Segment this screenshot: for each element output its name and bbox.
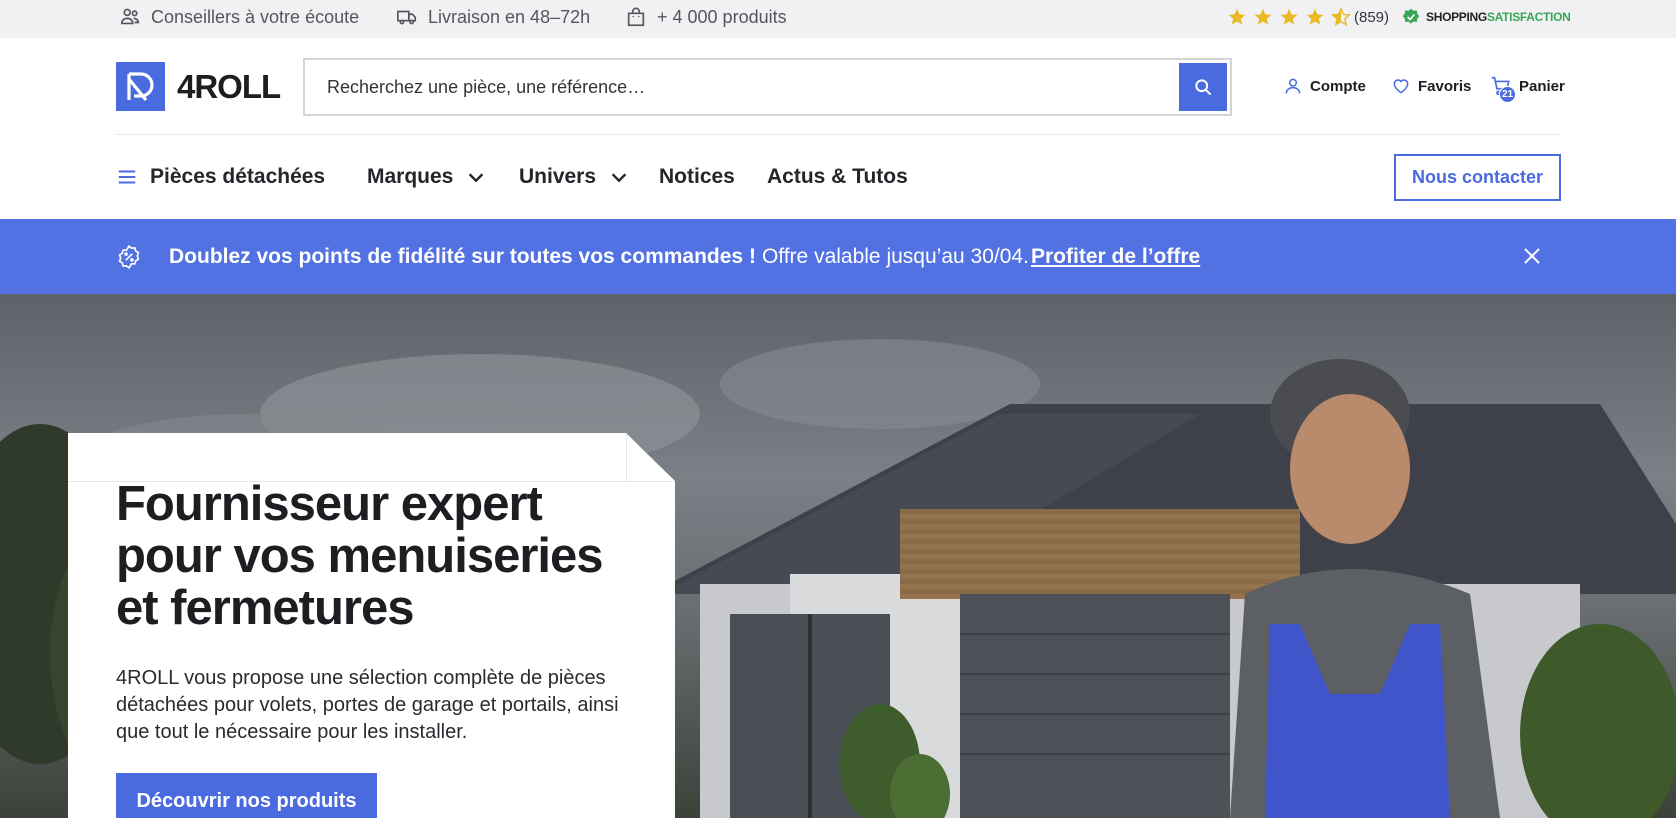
- logo-icon: [126, 71, 154, 101]
- star-icon: [1306, 8, 1324, 25]
- reviews-count[interactable]: (859): [1354, 0, 1389, 34]
- nav-spare-parts[interactable]: Pièces détachées: [116, 160, 325, 194]
- nav-notices-label: Notices: [659, 165, 735, 188]
- top-utility-bar: Conseillers à votre écoute Livraison en …: [0, 0, 1676, 38]
- badge-percent-icon: [118, 244, 140, 270]
- star-icon: [1280, 8, 1298, 25]
- star-icon: [1228, 8, 1246, 25]
- bag-icon: [627, 7, 645, 27]
- hero-title: Fournisseur expert pour vos menuiseries …: [116, 477, 604, 635]
- promo-validity: Offre valable jusqu’au 30/04.: [761, 244, 1029, 268]
- promo-headline: Doublez vos points de fidélité sur toute…: [169, 244, 756, 268]
- heart-icon: [1393, 79, 1409, 94]
- nav-notices[interactable]: Notices: [659, 160, 735, 194]
- promo-message: Doublez vos points de fidélité sur toute…: [169, 219, 1029, 294]
- favorites-link[interactable]: Favoris: [1391, 74, 1471, 98]
- logo-text: 4ROLL: [177, 67, 281, 105]
- account-link[interactable]: Compte: [1283, 74, 1366, 98]
- star-icon: [1254, 8, 1272, 25]
- account-label: Compte: [1310, 77, 1366, 95]
- nav-news-label: Actus & Tutos: [767, 165, 908, 188]
- hero-description: 4ROLL vous propose une sélection complèt…: [116, 667, 619, 743]
- shield-check-icon: [1402, 8, 1420, 24]
- advisors-text: Conseillers à votre écoute: [151, 6, 360, 27]
- cart-label: Panier: [1519, 77, 1565, 95]
- badge-text-shopping: SHOPPING: [1426, 10, 1487, 24]
- truck-icon: [397, 10, 417, 25]
- advisors-icon: [120, 8, 140, 25]
- badge-text-satisfaction: SATISFACTION: [1486, 10, 1571, 24]
- nav-universe[interactable]: Univers: [519, 160, 630, 194]
- header-divider: [116, 134, 1561, 135]
- menu-icon: [118, 170, 136, 184]
- search-button[interactable]: [1179, 63, 1227, 111]
- shopping-satisfaction-badge[interactable]: SHOPPING SATISFACTION: [1401, 6, 1571, 28]
- nav-news-tutorials[interactable]: Actus & Tutos: [767, 160, 908, 194]
- search-input[interactable]: [305, 60, 1165, 114]
- cart-link[interactable]: 21 Panier: [1490, 74, 1565, 103]
- delivery-text: Livraison en 48–72h: [428, 6, 591, 27]
- favorites-label: Favoris: [1418, 77, 1472, 95]
- hero-card-tab-edge: [626, 433, 627, 481]
- promo-offer-link[interactable]: Profiter de l’offre: [1031, 219, 1200, 294]
- discover-products-button[interactable]: Découvrir nos produits: [116, 773, 377, 818]
- products-info: + 4 000 produits: [625, 0, 787, 34]
- nav-spare-parts-label: Pièces détachées: [150, 165, 326, 188]
- search-bar: [303, 58, 1232, 116]
- star-half-icon: [1331, 7, 1351, 27]
- search-icon: [1195, 79, 1212, 96]
- chevron-down-icon: [469, 173, 484, 183]
- logo-mark: [116, 62, 165, 111]
- close-icon[interactable]: [1520, 244, 1544, 268]
- nav-universe-label: Univers: [519, 165, 597, 188]
- user-icon: [1285, 78, 1301, 94]
- cart-count-badge: 21: [1499, 86, 1516, 103]
- delivery-info: Livraison en 48–72h: [396, 0, 590, 34]
- nav-brands-label: Marques: [367, 165, 454, 188]
- chevron-down-icon: [611, 173, 627, 183]
- promo-banner: Doublez vos points de fidélité sur toute…: [0, 219, 1676, 294]
- advisors-info: Conseillers à votre écoute: [119, 0, 359, 34]
- nav-brands[interactable]: Marques: [367, 160, 487, 194]
- rating-stars: [1227, 4, 1351, 30]
- site-logo[interactable]: 4ROLL: [116, 62, 281, 111]
- cart-icon-wrap: 21: [1490, 75, 1516, 103]
- products-text: + 4 000 produits: [657, 6, 787, 27]
- contact-button[interactable]: Nous contacter: [1394, 154, 1561, 201]
